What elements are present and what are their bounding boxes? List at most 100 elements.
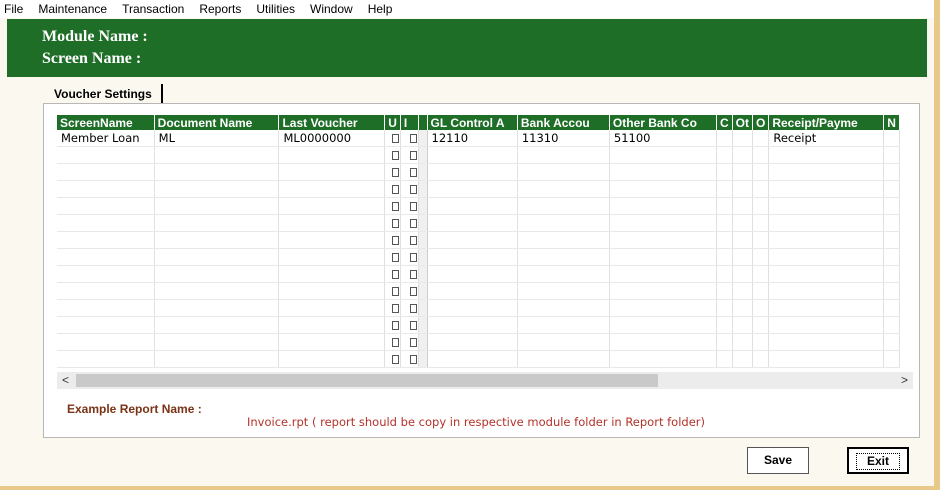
scroll-right-arrow[interactable]: > (896, 372, 913, 389)
cell-gl-control[interactable]: 12110 (427, 130, 518, 147)
grid-cell[interactable] (57, 248, 155, 266)
menu-transaction[interactable]: Transaction (114, 2, 191, 16)
scrollbar-thumb[interactable] (76, 374, 658, 387)
col-header-receipt-payment[interactable]: Receipt/Payme (768, 115, 885, 130)
grid-cell[interactable] (278, 146, 386, 164)
grid-cell[interactable] (716, 163, 733, 181)
cell-c[interactable] (716, 130, 733, 147)
save-button[interactable]: Save (747, 447, 809, 474)
cell-n[interactable] (883, 130, 900, 147)
grid-cell[interactable] (609, 231, 717, 249)
cell-i-checkbox[interactable] (400, 316, 419, 334)
grid-cell[interactable] (732, 333, 754, 351)
grid-cell[interactable] (768, 282, 885, 300)
grid-cell[interactable] (752, 146, 770, 164)
grid-cell[interactable] (427, 316, 518, 334)
grid-cell[interactable] (278, 316, 386, 334)
menu-reports[interactable]: Reports (191, 2, 248, 16)
grid-cell[interactable] (278, 248, 386, 266)
grid-cell[interactable] (609, 146, 717, 164)
table-row[interactable] (57, 163, 900, 181)
grid-cell[interactable] (517, 231, 610, 249)
grid-cell[interactable] (609, 163, 717, 181)
grid-cell[interactable] (768, 333, 885, 351)
col-header-n[interactable]: N (883, 115, 900, 130)
cell-o[interactable] (752, 130, 770, 147)
grid-cell[interactable] (732, 282, 754, 300)
cell-i-checkbox[interactable] (400, 282, 419, 300)
checkbox-u[interactable] (391, 236, 399, 245)
grid-cell[interactable] (517, 316, 610, 334)
grid-cell[interactable] (517, 350, 610, 368)
cell-bank-account[interactable]: 11310 (517, 130, 610, 147)
grid-cell[interactable] (517, 299, 610, 317)
grid-cell[interactable] (278, 299, 386, 317)
grid-cell[interactable] (154, 180, 280, 198)
grid-cell[interactable] (883, 231, 900, 249)
grid-cell[interactable] (57, 299, 155, 317)
col-header-ot[interactable]: Ot (732, 115, 754, 130)
checkbox-u[interactable] (391, 287, 399, 296)
grid-cell[interactable] (732, 316, 754, 334)
scroll-left-arrow[interactable]: < (57, 372, 74, 389)
table-row[interactable] (57, 316, 900, 334)
grid-cell[interactable] (732, 248, 754, 266)
checkbox-u[interactable] (391, 304, 399, 313)
grid-cell[interactable] (768, 248, 885, 266)
cell-u-checkbox[interactable] (384, 130, 401, 147)
grid-cell[interactable] (732, 350, 754, 368)
col-header-document-name[interactable]: Document Name (154, 115, 280, 130)
cell-u-checkbox[interactable] (384, 197, 401, 215)
cell-u-checkbox[interactable] (384, 231, 401, 249)
grid-cell[interactable] (732, 163, 754, 181)
grid-cell[interactable] (427, 282, 518, 300)
grid-cell[interactable] (768, 180, 885, 198)
table-row[interactable] (57, 214, 900, 232)
grid-cell[interactable] (278, 214, 386, 232)
grid-cell[interactable] (517, 146, 610, 164)
cell-ot[interactable] (732, 130, 754, 147)
grid-cell[interactable] (752, 248, 770, 266)
cell-u-checkbox[interactable] (384, 180, 401, 198)
cell-i-checkbox[interactable] (400, 180, 419, 198)
grid-cell[interactable] (278, 333, 386, 351)
cell-i-checkbox[interactable] (400, 130, 419, 147)
grid-cell[interactable] (883, 214, 900, 232)
checkbox-i[interactable] (409, 202, 417, 211)
grid-cell[interactable] (752, 282, 770, 300)
checkbox-i[interactable] (409, 304, 417, 313)
grid-cell[interactable] (716, 231, 733, 249)
grid-cell[interactable] (768, 299, 885, 317)
grid-cell[interactable] (768, 197, 885, 215)
grid-cell[interactable] (278, 282, 386, 300)
checkbox-i[interactable] (409, 287, 417, 296)
grid-cell[interactable] (768, 316, 885, 334)
checkbox-u[interactable] (391, 355, 399, 364)
grid-cell[interactable] (768, 146, 885, 164)
grid-cell[interactable] (883, 282, 900, 300)
grid-cell[interactable] (716, 180, 733, 198)
grid-cell[interactable] (732, 265, 754, 283)
grid-cell[interactable] (154, 333, 280, 351)
table-row[interactable] (57, 350, 900, 368)
grid-cell[interactable] (716, 214, 733, 232)
col-header-other-bank[interactable]: Other Bank Co (609, 115, 717, 130)
grid-cell[interactable] (427, 333, 518, 351)
grid-cell[interactable] (517, 333, 610, 351)
checkbox-i[interactable] (409, 355, 417, 364)
menu-window[interactable]: Window (302, 2, 360, 16)
grid-cell[interactable] (752, 180, 770, 198)
checkbox-u[interactable] (391, 253, 399, 262)
table-row[interactable]: Member Loan ML ML0000000 12110 11310 511… (57, 130, 900, 147)
grid-cell[interactable] (57, 333, 155, 351)
grid-cell[interactable] (57, 350, 155, 368)
cell-u-checkbox[interactable] (384, 333, 401, 351)
grid-cell[interactable] (427, 248, 518, 266)
col-header-screen-name[interactable]: ScreenName (57, 115, 155, 130)
grid-cell[interactable] (57, 231, 155, 249)
grid-cell[interactable] (716, 265, 733, 283)
grid-cell[interactable] (427, 214, 518, 232)
cell-u-checkbox[interactable] (384, 214, 401, 232)
grid-cell[interactable] (768, 214, 885, 232)
grid-cell[interactable] (427, 146, 518, 164)
